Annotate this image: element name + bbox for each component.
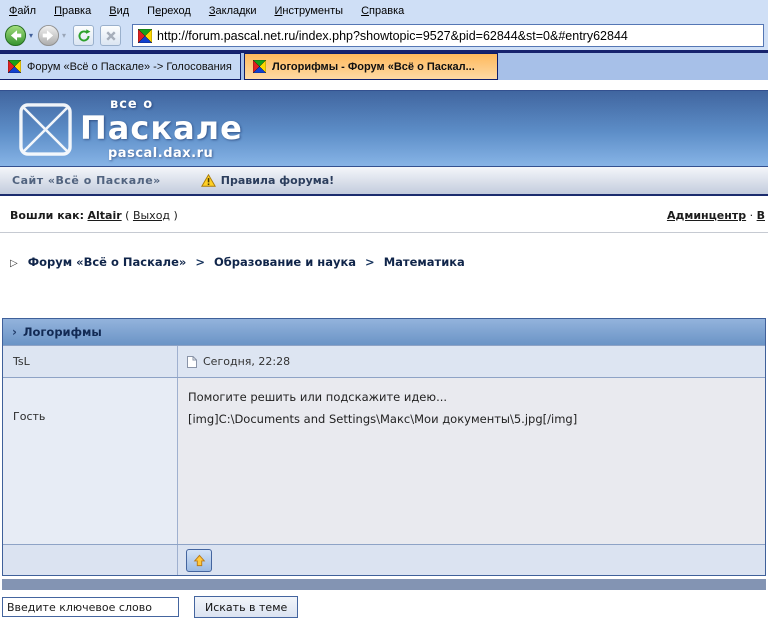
post-date-cell: Сегодня, 22:28 bbox=[178, 346, 765, 377]
breadcrumb-separator: > bbox=[365, 255, 375, 269]
paren-open: ( bbox=[125, 209, 129, 222]
post-author-cell: TsL bbox=[3, 346, 178, 377]
rules-label: Правила форума! bbox=[221, 174, 334, 187]
tab-bar: Форум «Всё о Паскале» -> Голосования Лог… bbox=[0, 53, 768, 80]
browser-menubar: Файл Правка Вид Переход Закладки Инструм… bbox=[0, 0, 768, 21]
reload-button[interactable] bbox=[73, 25, 94, 46]
topic-arrow-icon: › bbox=[12, 325, 17, 339]
breadcrumb-forum-link[interactable]: Форум «Всё о Паскале» bbox=[28, 255, 187, 269]
menu-view[interactable]: Вид bbox=[100, 3, 138, 19]
forward-button[interactable] bbox=[37, 24, 60, 47]
post-body-row: Гость Помогите решить или подскажите иде… bbox=[3, 377, 765, 544]
up-arrow-icon bbox=[193, 554, 206, 567]
back-icon bbox=[4, 24, 27, 47]
tab-label: Логорифмы - Форум «Всё о Паскал... bbox=[272, 61, 475, 73]
tab-logarithms-active[interactable]: Логорифмы - Форум «Всё о Паскал... bbox=[244, 53, 498, 80]
back-button[interactable] bbox=[4, 24, 27, 47]
forum-rules-link[interactable]: Правила форума! bbox=[201, 174, 334, 187]
menu-go[interactable]: Переход bbox=[138, 3, 200, 19]
forum-banner[interactable]: все о Паскале pascal.dax.ru bbox=[0, 90, 768, 167]
tab-favicon-icon bbox=[253, 60, 266, 73]
menu-edit[interactable]: Правка bbox=[45, 3, 100, 19]
footer-bar bbox=[2, 579, 766, 590]
topic-search: Искать в теме bbox=[2, 596, 768, 618]
post-document-icon bbox=[187, 356, 197, 368]
post-footer-left-cell bbox=[3, 545, 178, 575]
menu-tools[interactable]: Инструменты bbox=[265, 3, 352, 19]
site-favicon-icon bbox=[138, 29, 152, 43]
scroll-to-top-button[interactable] bbox=[186, 549, 212, 572]
admin-center-link[interactable]: Админцентр bbox=[667, 209, 746, 222]
paren-close: ) bbox=[174, 209, 178, 222]
post-footer-row bbox=[3, 544, 765, 575]
forward-dropdown-icon[interactable]: ▾ bbox=[62, 31, 66, 40]
clipped-link[interactable]: В bbox=[757, 209, 765, 222]
topic-title-bar: › Логорифмы bbox=[3, 319, 765, 345]
logged-in-as: Вошли как: Altair ( Выход ) bbox=[10, 209, 178, 222]
dot-separator: · bbox=[750, 209, 754, 222]
search-input[interactable] bbox=[2, 597, 179, 617]
reload-icon bbox=[77, 29, 91, 43]
menu-bookmarks[interactable]: Закладки bbox=[200, 3, 266, 19]
logo-text-block: все о Паскале pascal.dax.ru bbox=[80, 97, 243, 161]
site-link[interactable]: Сайт «Всё о Паскале» bbox=[12, 174, 161, 187]
breadcrumb-separator: > bbox=[195, 255, 205, 269]
post-author-role: Гость bbox=[13, 410, 45, 423]
user-bar: Вошли как: Altair ( Выход ) Админцентр ·… bbox=[0, 196, 768, 233]
topic-table: › Логорифмы TsL Сегодня, 22:28 Гость Пом… bbox=[2, 318, 766, 576]
browser-toolbar: ▾ ▾ bbox=[0, 21, 768, 50]
stop-icon bbox=[105, 30, 117, 42]
tab-label: Форум «Всё о Паскале» -> Голосования bbox=[27, 61, 232, 73]
post-author[interactable]: TsL bbox=[13, 355, 30, 368]
topic-title: Логорифмы bbox=[23, 325, 102, 339]
post-footer-right-cell bbox=[178, 545, 765, 575]
menu-file[interactable]: Файл bbox=[0, 3, 45, 19]
tab-favicon-icon bbox=[8, 60, 21, 73]
post-content-cell: Помогите решить или подскажите идею... [… bbox=[178, 378, 765, 544]
pascal-logo-icon bbox=[18, 102, 73, 157]
logo-domain: pascal.dax.ru bbox=[108, 146, 243, 161]
address-bar[interactable] bbox=[132, 24, 764, 47]
breadcrumb-category-link[interactable]: Образование и наука bbox=[214, 255, 356, 269]
breadcrumb-section-link[interactable]: Математика bbox=[384, 255, 465, 269]
logged-in-label: Вошли как: bbox=[10, 209, 84, 222]
tab-forum-votes[interactable]: Форум «Всё о Паскале» -> Голосования bbox=[0, 53, 241, 80]
forum-navstrip: Сайт «Всё о Паскале» Правила форума! bbox=[0, 167, 768, 196]
post-role-cell: Гость bbox=[3, 378, 178, 544]
menu-help[interactable]: Справка bbox=[352, 3, 413, 19]
logo-title: Паскале bbox=[80, 112, 243, 146]
forward-icon bbox=[37, 24, 60, 47]
breadcrumb-arrow-icon: ▷ bbox=[10, 258, 18, 269]
url-input[interactable] bbox=[157, 29, 758, 43]
back-dropdown-icon[interactable]: ▾ bbox=[29, 31, 33, 40]
post-text-line: Помогите решить или подскажите идею... bbox=[188, 386, 765, 408]
stop-button[interactable] bbox=[100, 25, 121, 46]
admin-links: Админцентр · В bbox=[667, 209, 765, 222]
post-text-line: [img]C:\Documents and Settings\Макс\Мои … bbox=[188, 408, 765, 430]
warning-icon bbox=[201, 174, 216, 187]
logout-link[interactable]: Выход bbox=[133, 209, 170, 222]
post-date: Сегодня, 22:28 bbox=[203, 355, 290, 368]
search-in-topic-button[interactable]: Искать в теме bbox=[194, 596, 298, 618]
breadcrumb: ▷ Форум «Всё о Паскале» > Образование и … bbox=[0, 233, 768, 318]
post-header-row: TsL Сегодня, 22:28 bbox=[3, 345, 765, 377]
username-link[interactable]: Altair bbox=[87, 209, 121, 222]
